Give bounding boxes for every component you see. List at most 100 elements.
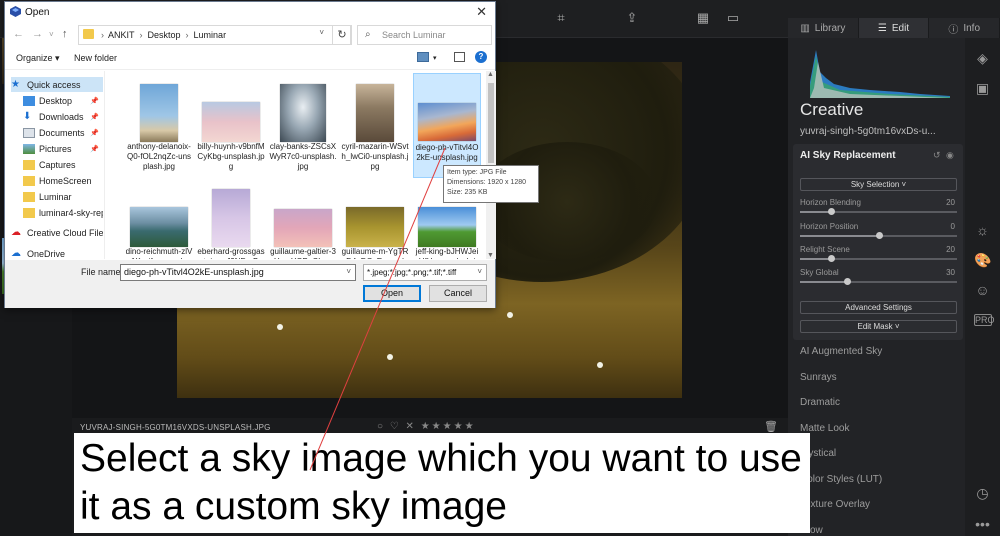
preview-pane-icon[interactable] [454, 52, 465, 62]
single-view-icon[interactable]: ▭ [725, 11, 741, 25]
view-options-chevron-icon[interactable]: ▾ [433, 54, 437, 62]
recent-chevron-icon[interactable]: ˅ [49, 30, 54, 39]
filter-sunrays[interactable]: Sunrays [800, 372, 837, 383]
tab-edit[interactable]: ☰ Edit [858, 18, 930, 38]
tree-item-luminar[interactable]: Luminar [23, 189, 103, 204]
file-name: billy-huynh-v9bnfMCyKbg-unsplash.jpg [197, 142, 265, 171]
tree-item-quick-access[interactable]: ★ Quick access [11, 77, 103, 92]
cancel-button[interactable]: Cancel [429, 285, 487, 302]
tab-info-label: Info [963, 22, 981, 34]
address-bar[interactable]: › ANKIT › Desktop › Luminar ˅ [78, 25, 351, 45]
organize-menu[interactable]: Organize ▾ [16, 53, 60, 64]
file-item[interactable]: guillaume-galtier-3YrppYQPoCI-un [269, 178, 337, 259]
change-view-icon[interactable] [417, 52, 429, 62]
horizon-blending-slider[interactable] [800, 208, 957, 215]
more-icon[interactable]: ••• [974, 516, 991, 533]
file-item[interactable]: dino-reichmuth-zlV1Ksvifvs-unspla [125, 178, 193, 259]
tree-item-downloads[interactable]: ⬇ Downloads 📌 [23, 109, 103, 124]
filter-texture-overlay[interactable]: Texture Overlay [800, 499, 870, 510]
file-item[interactable]: anthony-delanoix-Q0-fOL2nqZc-unsplash.jp… [125, 73, 193, 178]
open-button[interactable]: Open [363, 285, 421, 302]
up-arrow-icon[interactable]: ↑ [62, 28, 68, 40]
pro-icon[interactable]: PRO [974, 314, 995, 326]
crop-icon[interactable]: ⌗ [553, 11, 569, 25]
horizon-position-slider[interactable] [800, 232, 957, 239]
tree-item-captures[interactable]: Captures [23, 157, 103, 172]
scroll-down-icon[interactable]: ▼ [487, 252, 494, 259]
chevron-down-icon[interactable]: ˅ [346, 267, 351, 276]
organize-label: Organize [16, 53, 53, 63]
edit-mask-dropdown[interactable]: Edit Mask ˅ [800, 320, 957, 333]
file-name: guillaume-galtier-3YrppYQPoCI-un [270, 247, 336, 259]
slider-knob[interactable] [875, 232, 883, 239]
new-folder-button[interactable]: New folder [74, 53, 117, 63]
slider-knob[interactable] [828, 208, 836, 215]
visibility-icon[interactable]: ◉ [946, 150, 954, 161]
relight-scene-slider[interactable] [800, 255, 957, 262]
help-icon[interactable]: ? [475, 51, 487, 63]
file-name: jeff-king-bJHWJeiHfHc-unsplash.j [415, 247, 479, 259]
advanced-settings-button[interactable]: Advanced Settings [800, 301, 957, 314]
tab-library-label: Library [814, 22, 846, 34]
slider-value: 20 [946, 245, 955, 254]
back-arrow-icon[interactable]: ← [13, 28, 24, 40]
scroll-up-icon[interactable]: ▲ [487, 71, 494, 78]
file-item[interactable]: billy-huynh-v9bnfMCyKbg-unsplash.jpg [197, 73, 265, 178]
breadcrumb-ankit[interactable]: ANKIT [108, 30, 135, 40]
flag-icon[interactable]: ○ ♡ ✕ [377, 421, 421, 432]
tree-item-homescreen[interactable]: HomeScreen [23, 173, 103, 188]
reset-icon[interactable]: ↺ [933, 150, 941, 161]
tree-item-onedrive[interactable]: ☁ OneDrive [11, 246, 103, 261]
file-item[interactable]: guillaume-m-YgTRD4pDOcE-unspl [341, 178, 409, 259]
search-box[interactable]: ⌕ Search Luminar [357, 25, 492, 45]
breadcrumb-desktop[interactable]: Desktop [148, 30, 181, 40]
file-thumbnail [212, 189, 250, 247]
tree-item-luminar4-sky[interactable]: luminar4-sky-rep [23, 205, 103, 220]
refresh-icon[interactable]: ↻ [332, 25, 352, 45]
file-type-select[interactable]: *.jpeg;*.jpg;*.png;*.tif;*.tiff ˅ [363, 264, 487, 281]
filter-color-styles[interactable]: Color Styles (LUT) [800, 474, 882, 485]
filter-dramatic[interactable]: Dramatic [800, 397, 840, 408]
scrollbar-thumb[interactable] [488, 83, 494, 163]
slider-knob[interactable] [844, 278, 852, 285]
tree-item-creative-cloud[interactable]: ☁ Creative Cloud File [11, 225, 103, 240]
portrait-face-icon[interactable]: ☺ [974, 282, 991, 299]
file-name: diego-ph-vTitvl4O2kE-unsplash.jpg [415, 143, 479, 162]
sky-selection-dropdown[interactable]: Sky Selection ˅ [800, 178, 957, 191]
card-title[interactable]: AI Sky Replacement [800, 150, 896, 161]
tab-info[interactable]: ⓘ Info [929, 18, 1000, 38]
canvas-tools-icon[interactable]: ▣ [974, 80, 991, 97]
forward-arrow-icon[interactable]: → [32, 28, 43, 40]
filter-ai-augmented-sky[interactable]: AI Augmented Sky [800, 346, 882, 357]
essentials-sun-icon[interactable]: ☼ [974, 222, 991, 239]
slider-knob[interactable] [828, 255, 836, 262]
share-icon[interactable]: ⇪ [624, 11, 640, 25]
slider-value: 20 [946, 198, 955, 207]
trash-icon[interactable]: 🗑 [764, 420, 778, 433]
address-dropdown-icon[interactable]: ˅ [319, 28, 324, 37]
tree-item-documents[interactable]: Documents 📌 [23, 125, 103, 140]
file-item[interactable]: eberhard-grossgasteiger-J9NDmB [197, 178, 265, 259]
file-item[interactable]: clay-banks-ZSCsXWyR7c0-unsplash.jpg [269, 73, 337, 178]
close-icon[interactable]: ✕ [476, 4, 487, 20]
pin-icon: 📌 [90, 145, 99, 153]
advanced-settings-label: Advanced Settings [845, 303, 912, 312]
history-clock-icon[interactable]: ◷ [974, 485, 991, 502]
star-icon: ★ [11, 78, 20, 90]
layers-icon[interactable]: ◈ [974, 50, 991, 67]
creative-palette-icon[interactable]: 🎨 [974, 252, 991, 269]
rating-stars[interactable]: ★★★★★ [421, 421, 476, 432]
dialog-titlebar[interactable]: Open ✕ [5, 2, 495, 22]
file-item-selected[interactable]: diego-ph-vTitvl4O2kE-unsplash.jpg [413, 73, 481, 178]
star-rating[interactable]: ○ ♡ ✕ ★★★★★ [377, 421, 476, 432]
breadcrumb-luminar[interactable]: Luminar [194, 30, 227, 40]
tree-item-pictures[interactable]: Pictures 📌 [23, 141, 103, 156]
tab-library[interactable]: ▥ Library [788, 18, 859, 38]
sky-global-slider[interactable] [800, 278, 957, 285]
file-name-input[interactable]: diego-ph-vTitvl4O2kE-unsplash.jpg ˅ [120, 264, 356, 281]
tree-item-desktop[interactable]: Desktop 📌 [23, 93, 103, 108]
chevron-down-icon: ˅ [899, 180, 907, 189]
file-grid: anthony-delanoix-Q0-fOL2nqZc-unsplash.jp… [109, 71, 484, 259]
file-item[interactable]: cyril-mazarin-WSvth_lwCi0-unsplash.jpg [341, 73, 409, 178]
grid-view-icon[interactable]: ▦ [695, 11, 711, 25]
